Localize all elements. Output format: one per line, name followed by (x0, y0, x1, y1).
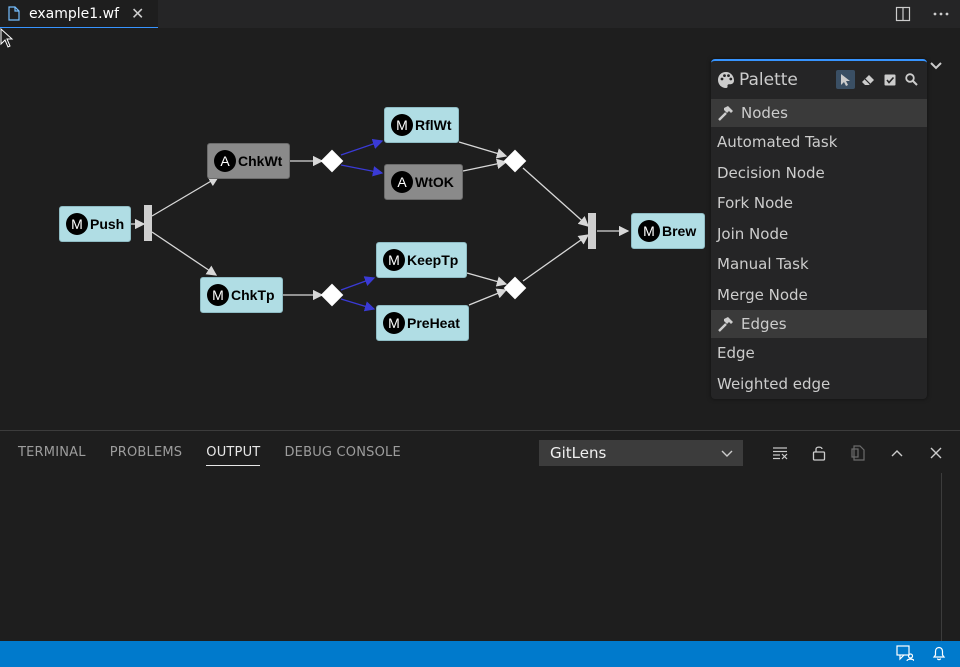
validate-icon[interactable] (880, 70, 899, 89)
output-channel-value: GitLens (550, 444, 607, 462)
manual-task-badge: M (66, 213, 88, 235)
edge (522, 167, 589, 227)
weighted-edge (340, 139, 384, 156)
node-label: Push (90, 216, 125, 232)
palette-item-manual-task[interactable]: Manual Task (711, 249, 927, 280)
feedback-icon[interactable] (896, 645, 914, 661)
editor-tab[interactable]: example1.wf ✕ (0, 0, 158, 28)
edge (151, 176, 220, 217)
manual-task-badge: M (383, 312, 405, 334)
palette-group-label: Nodes (741, 104, 788, 122)
palette-item-decision-node[interactable]: Decision Node (711, 158, 927, 189)
selection-tool-icon[interactable] (836, 70, 855, 89)
node-label: ChkWt (238, 153, 283, 169)
task-node-wtok[interactable]: A WtOK (384, 164, 463, 200)
weighted-edge (340, 164, 384, 177)
task-node-chkwt[interactable]: A ChkWt (207, 143, 290, 179)
node-label: ChkTp (231, 287, 275, 303)
palette-header: Palette (711, 61, 927, 99)
automated-task-badge: A (214, 150, 236, 172)
task-node-rflwt[interactable]: M RflWt (384, 107, 459, 143)
palette-item-edge[interactable]: Edge (711, 338, 927, 369)
mouse-pointer-icon (0, 28, 14, 48)
editor-tab-bar: example1.wf ✕ (0, 0, 960, 28)
node-label: KeepTp (407, 252, 459, 268)
task-node-brew[interactable]: M Brew (631, 213, 705, 249)
palette-group-nodes[interactable]: Nodes (711, 99, 927, 127)
edge (462, 158, 508, 172)
join-node[interactable] (588, 213, 596, 249)
vscode-window: example1.wf ✕ M Push A ChkWt M ChkTp M R… (0, 0, 960, 667)
tab-debug-console[interactable]: DEBUG CONSOLE (284, 445, 400, 466)
manual-task-badge: M (207, 284, 229, 306)
tab-filename: example1.wf (29, 5, 119, 22)
task-node-push[interactable]: M Push (59, 206, 131, 242)
palette-group-edges[interactable]: Edges (711, 310, 927, 338)
node-label: RflWt (415, 117, 452, 133)
lock-scroll-icon[interactable] (799, 441, 838, 465)
edge (522, 234, 590, 282)
split-editor-icon[interactable] (884, 0, 922, 28)
palette-title: Palette (739, 70, 798, 90)
palette-icon (718, 72, 734, 88)
palette-item-fork-node[interactable]: Fork Node (711, 188, 927, 219)
edge (466, 272, 508, 287)
hammer-icon (718, 317, 733, 332)
manual-task-badge: M (638, 220, 660, 242)
palette-item-merge-node[interactable]: Merge Node (711, 280, 927, 311)
task-node-chktp[interactable]: M ChkTp (200, 277, 283, 313)
file-icon (8, 6, 20, 21)
weighted-edge (340, 298, 376, 312)
tab-output[interactable]: OUTPUT (206, 445, 261, 466)
output-channel-select[interactable]: GitLens (539, 440, 743, 466)
more-actions-icon[interactable] (922, 0, 960, 28)
chevron-down-icon (721, 450, 733, 457)
node-label: PreHeat (407, 315, 460, 331)
manual-task-badge: M (391, 114, 413, 136)
tab-terminal[interactable]: TERMINAL (18, 445, 86, 466)
palette-item-join-node[interactable]: Join Node (711, 219, 927, 250)
fork-node[interactable] (144, 205, 152, 241)
search-icon[interactable] (902, 70, 921, 89)
automated-task-badge: A (391, 171, 413, 193)
chevron-down-icon[interactable] (928, 58, 944, 74)
output-scrollbar[interactable] (941, 473, 942, 641)
task-node-keeptp[interactable]: M KeepTp (376, 242, 467, 278)
palette-group-label: Edges (741, 315, 787, 333)
open-log-file-icon[interactable] (838, 441, 877, 465)
hammer-icon (718, 106, 733, 121)
close-icon[interactable]: ✕ (131, 5, 144, 22)
node-label: WtOK (415, 174, 454, 190)
maximize-panel-icon[interactable] (877, 441, 916, 465)
node-label: Brew (662, 223, 697, 239)
manual-task-badge: M (383, 249, 405, 271)
clear-output-icon[interactable] (760, 441, 799, 465)
palette-item-automated-task[interactable]: Automated Task (711, 127, 927, 158)
edge (458, 141, 508, 159)
eraser-icon[interactable] (858, 70, 877, 89)
task-node-preheat[interactable]: M PreHeat (376, 305, 469, 341)
close-panel-icon[interactable] (916, 441, 955, 465)
bell-icon[interactable] (932, 645, 946, 661)
tab-problems[interactable]: PROBLEMS (110, 445, 183, 466)
bottom-panel: TERMINAL PROBLEMS OUTPUT DEBUG CONSOLE G… (0, 430, 960, 641)
status-bar (0, 641, 960, 667)
weighted-edge (340, 276, 376, 291)
palette-item-weighted-edge[interactable]: Weighted edge (711, 369, 927, 400)
tool-palette: Palette Nodes Automated Task Decision No… (711, 59, 927, 399)
edge (468, 288, 508, 306)
edge (151, 231, 218, 276)
